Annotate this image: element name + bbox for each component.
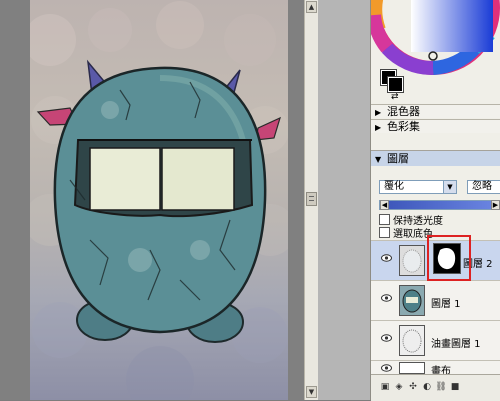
workspace-gap (318, 0, 370, 400)
highlight-box (427, 235, 471, 281)
layer-name: 油畫圖層 1 (431, 339, 481, 350)
opacity-slider[interactable]: ◀ ▶ (379, 200, 500, 210)
preserve-transparency-option[interactable]: 保持透光度 (379, 214, 443, 227)
composite-method-select[interactable]: 覆化 ▼ (379, 180, 457, 194)
layer-thumbnail (399, 362, 425, 374)
canvas-vertical-scrollbar[interactable]: ▲ ▼ (304, 0, 318, 400)
swatches-label: 色彩集 (387, 120, 420, 133)
scroll-up-arrow[interactable]: ▲ (306, 1, 317, 13)
delete-layer-icon[interactable]: ■ (449, 381, 461, 393)
layer-row-canvas[interactable]: 畫布 (371, 360, 500, 377)
color-wheel-panel[interactable]: ⇄ (371, 0, 500, 100)
composite-method-value: 覆化 (384, 181, 404, 192)
monster-artwork (30, 1, 288, 400)
swap-colors-icon[interactable]: ⇄ (391, 92, 399, 100)
layer-row-oil[interactable]: 油畫圖層 1 (371, 320, 500, 360)
scroll-thumb[interactable] (306, 192, 317, 206)
secondary-color-swatch[interactable] (388, 77, 403, 92)
layer-name: 圖層 1 (431, 299, 461, 310)
layers-label: 圖層 (387, 152, 409, 165)
mixer-label: 混色器 (387, 105, 420, 118)
mask-icon[interactable]: ◐ (421, 381, 433, 393)
eye-icon[interactable] (381, 254, 392, 262)
expand-arrow-icon: ▶ (375, 108, 382, 117)
preserve-transparency-label: 保持透光度 (393, 216, 443, 227)
eye-icon[interactable] (381, 364, 392, 372)
layers-panel-header[interactable]: ▼ 圖層 (371, 150, 500, 166)
mixer-panel-header[interactable]: ▶ 混色器 (371, 104, 500, 118)
slider-left-arrow[interactable]: ◀ (380, 200, 389, 210)
eye-icon[interactable] (381, 294, 392, 302)
layer-toolbar: ▣ ◈ ✣ ◐ ⛓ ■ (371, 374, 500, 401)
layer-thumbnail (399, 325, 425, 356)
slider-right-arrow[interactable]: ▶ (491, 200, 500, 210)
pick-underlying-option[interactable]: 選取底色 (379, 227, 433, 240)
document-canvas[interactable] (30, 0, 288, 400)
right-panel: ⇄ ▶ 混色器 ▶ 色彩集 ▼ 圖層 覆化 ▼ 忽略 ◀ ▶ 保持透光度 選取底色 圖… (370, 0, 500, 401)
layer-thumbnail (399, 285, 425, 316)
opacity-mode-value: 忽略 (472, 181, 492, 192)
pick-underlying-checkbox[interactable] (379, 227, 390, 238)
link-icon[interactable]: ⛓ (435, 381, 447, 393)
expand-arrow-icon: ▶ (375, 123, 382, 132)
preserve-transparency-checkbox[interactable] (379, 214, 390, 225)
opacity-mode-select[interactable]: 忽略 (467, 180, 500, 194)
new-layer-icon[interactable]: ◈ (393, 381, 405, 393)
swatches-panel-header[interactable]: ▶ 色彩集 (371, 119, 500, 133)
new-layer-set-icon[interactable]: ▣ (379, 381, 391, 393)
collapse-arrow-icon: ▼ (375, 155, 382, 164)
eye-icon[interactable] (381, 334, 392, 342)
layer-effects-icon[interactable]: ✣ (407, 381, 419, 393)
chevron-down-icon: ▼ (443, 181, 456, 193)
layer-thumbnail (399, 245, 425, 276)
scroll-down-arrow[interactable]: ▼ (306, 386, 317, 398)
layer-row-1[interactable]: 圖層 1 (371, 280, 500, 320)
canvas-workspace[interactable] (0, 0, 304, 400)
